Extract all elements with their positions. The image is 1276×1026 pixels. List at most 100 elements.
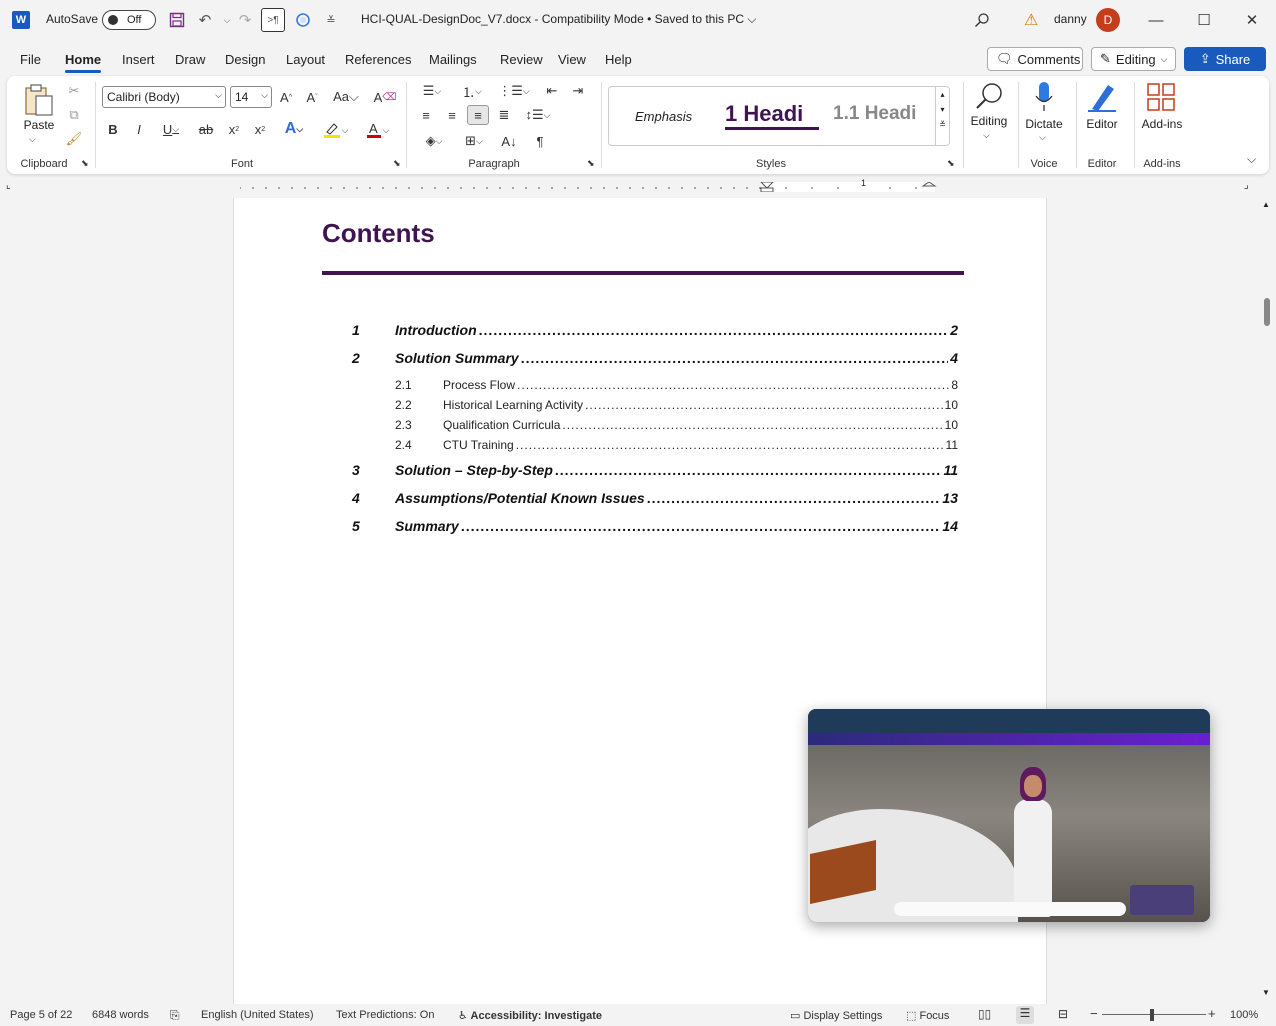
tab-layout[interactable]: Layout	[286, 52, 325, 67]
tab-file[interactable]: File	[20, 52, 41, 67]
align-left-icon[interactable]: ≡	[417, 106, 435, 124]
focus-button[interactable]: ⬚ Focus	[906, 1009, 949, 1022]
zoom-out-icon[interactable]: −	[1090, 1006, 1098, 1021]
avatar[interactable]: D	[1096, 8, 1120, 32]
dictate-label[interactable]: Dictate	[1023, 117, 1065, 131]
search-icon[interactable]	[971, 9, 993, 31]
page-count[interactable]: Page 5 of 22	[10, 1009, 72, 1021]
editing-label[interactable]: Editing	[967, 114, 1011, 128]
warning-icon[interactable]: ⚠	[1024, 10, 1038, 30]
zoom-in-icon[interactable]: +	[1208, 1006, 1216, 1021]
read-mode-icon[interactable]: ▯▯	[978, 1007, 991, 1021]
accessibility-status[interactable]: ♿ Accessibility: Investigate	[458, 1009, 602, 1022]
dialog-launcher-icon[interactable]: ⬊	[947, 158, 955, 169]
italic-icon[interactable]: I	[131, 120, 147, 138]
zoom-level[interactable]: 100%	[1230, 1009, 1258, 1021]
paste-icon[interactable]	[21, 82, 57, 118]
clear-formatting-icon[interactable]: A ⌫	[374, 88, 397, 106]
customize-toolbar-icon[interactable]: ≚	[320, 9, 342, 31]
share-button[interactable]: ⇪ Share	[1184, 47, 1266, 71]
word-count[interactable]: 6848 words	[92, 1009, 149, 1021]
user-name[interactable]: danny	[1054, 12, 1087, 26]
align-center-icon[interactable]: ≡	[443, 106, 461, 124]
borders-icon[interactable]: ⊞ ⌵	[457, 132, 491, 150]
chevron-down-icon[interactable]: ⌵	[1039, 132, 1046, 143]
multilevel-list-icon[interactable]: ⋮☰ ⌵	[497, 82, 531, 100]
redo-icon[interactable]: ↷	[234, 9, 256, 31]
find-icon[interactable]	[973, 80, 1005, 112]
language-status[interactable]: English (United States)	[201, 1009, 314, 1021]
zoom-slider[interactable]	[1102, 1014, 1206, 1015]
shrink-font-icon[interactable]: Aˇ	[303, 88, 321, 106]
editor-label[interactable]: Editor	[1081, 117, 1123, 131]
close-icon[interactable]: ✕	[1238, 6, 1266, 34]
minimize-icon[interactable]: —	[1142, 6, 1170, 34]
tab-mailings[interactable]: Mailings	[429, 52, 477, 67]
superscript-icon[interactable]: x2	[251, 120, 269, 138]
scroll-down-icon[interactable]: ▼	[1262, 988, 1270, 997]
numbering-icon[interactable]: ⒈ ⌵	[455, 82, 489, 100]
underline-icon[interactable]: U ⌵	[157, 120, 185, 138]
style-heading-2[interactable]: 1.1 Headi	[833, 103, 916, 125]
increase-indent-icon[interactable]: ⇥	[569, 82, 587, 100]
cut-icon[interactable]: ✂	[65, 82, 83, 100]
microphone-icon[interactable]	[1033, 80, 1055, 114]
proofing-icon[interactable]: ⎘	[170, 1008, 180, 1023]
font-name-combo[interactable]: Calibri (Body) ⌵	[102, 86, 226, 108]
strikethrough-icon[interactable]: ab	[197, 120, 215, 138]
decrease-indent-icon[interactable]: ⇤	[543, 82, 561, 100]
vertical-scrollbar[interactable]: ▲ ▼	[1258, 198, 1276, 1004]
chevron-down-icon[interactable]: ⌵	[983, 130, 990, 141]
style-emphasis[interactable]: Emphasis	[635, 109, 692, 124]
grow-font-icon[interactable]: A ^	[277, 88, 295, 106]
video-preview[interactable]	[808, 709, 1210, 922]
font-color-icon[interactable]: A ⌵	[361, 120, 393, 140]
editing-mode-button[interactable]: ✎ Editing ⌵	[1091, 47, 1176, 71]
paste-label[interactable]: Paste	[23, 118, 55, 132]
bullets-icon[interactable]: ☰ ⌵	[415, 82, 449, 100]
more-styles-icon[interactable]: ≚	[936, 120, 949, 129]
text-predictions-status[interactable]: Text Predictions: On	[336, 1009, 434, 1021]
shading-icon[interactable]: ◈ ⌵	[417, 132, 451, 150]
font-size-combo[interactable]: 14 ⌵	[230, 86, 272, 108]
change-case-icon[interactable]: Aa⌵	[331, 88, 361, 106]
chevron-down-icon[interactable]: ⌵	[29, 134, 36, 145]
scroll-up-icon[interactable]: ▲	[1262, 200, 1270, 209]
add-ins-icon[interactable]	[1145, 81, 1177, 113]
highlight-color-icon[interactable]: ⌵	[319, 120, 351, 140]
sync-icon[interactable]	[292, 9, 314, 31]
dialog-launcher-icon[interactable]: ⬊	[393, 158, 401, 169]
text-effects-icon[interactable]: A ⌵	[279, 120, 309, 138]
tab-design[interactable]: Design	[225, 52, 265, 67]
add-ins-label[interactable]: Add-ins	[1137, 117, 1187, 131]
document-title[interactable]: HCI-QUAL-DesignDoc_V7.docx - Compatibili…	[361, 12, 756, 27]
tab-insert[interactable]: Insert	[122, 52, 155, 67]
save-icon[interactable]	[166, 9, 188, 31]
tab-view[interactable]: View	[558, 52, 586, 67]
copy-icon[interactable]: ⧉	[65, 106, 83, 124]
display-settings-button[interactable]: ▭ Display Settings	[790, 1009, 882, 1022]
tab-help[interactable]: Help	[605, 52, 632, 67]
align-right-icon[interactable]: ≡	[467, 105, 489, 125]
dialog-launcher-icon[interactable]: ⬊	[81, 158, 89, 169]
chevron-down-icon[interactable]: ▾	[936, 105, 949, 114]
undo-icon[interactable]: ↶	[194, 9, 216, 31]
zoom-slider-thumb[interactable]	[1150, 1009, 1154, 1021]
chevron-up-icon[interactable]: ▴	[936, 90, 949, 99]
comments-button[interactable]: 🗨 Comments	[987, 47, 1083, 71]
tab-selector-icon[interactable]: ⌞	[6, 180, 11, 191]
tab-review[interactable]: Review	[500, 52, 543, 67]
tab-home[interactable]: Home	[65, 52, 102, 73]
ruler-track[interactable]	[240, 182, 960, 192]
dialog-launcher-icon[interactable]: ⬊	[587, 158, 595, 169]
tab-references[interactable]: References	[345, 52, 411, 67]
maximize-icon[interactable]: ☐	[1190, 6, 1218, 34]
show-formatting-icon[interactable]: >¶	[261, 8, 285, 32]
bold-icon[interactable]: B	[105, 120, 121, 138]
subscript-icon[interactable]: x2	[225, 120, 243, 138]
print-layout-icon[interactable]: ☰	[1016, 1006, 1034, 1024]
collapse-ribbon-icon[interactable]: ⌵	[1247, 152, 1256, 167]
style-heading-1[interactable]: 1 Headi	[725, 101, 819, 130]
tab-draw[interactable]: Draw	[175, 52, 205, 67]
web-layout-icon[interactable]: ⊟	[1058, 1007, 1068, 1021]
